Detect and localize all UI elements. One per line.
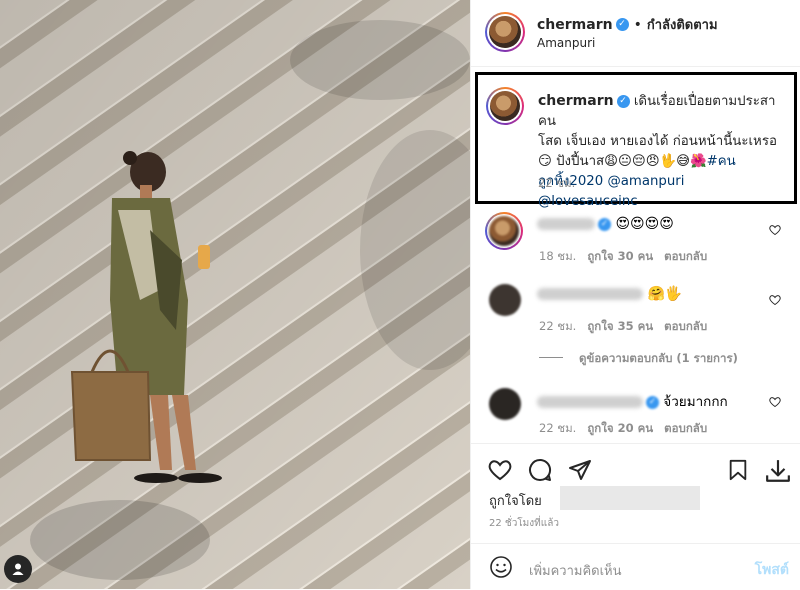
heart-icon[interactable] [487,458,513,482]
author-username[interactable]: chermarn [537,17,613,33]
post-time: 22 ชั่วโมงที่แล้ว [489,518,559,529]
comment-time: 22 ชม. [539,421,577,435]
commenter-avatar[interactable] [489,388,521,420]
stairs-photo [0,0,470,589]
author-avatar[interactable] [485,12,525,52]
add-comment-bar: เพิ่มความคิดเห็น โพสต์ [471,543,800,590]
verified-badge-icon: ✓ [598,217,611,231]
caption-line-3-text: ปังปี้นาส [556,154,605,169]
following-button[interactable]: กำลังติดตาม [647,18,718,33]
heart-icon[interactable] [769,396,781,408]
post-photo[interactable] [0,0,470,589]
reply-button[interactable]: ตอบกลับ [664,421,707,435]
liked-by-label: ถูกใจโดย [489,494,542,509]
comment-item: 🤗🖐 22 ชม. ถูกใจ 35 คน ตอบกลับ [471,280,800,340]
mention-lovesauceinc[interactable]: @lovesauceinc [538,194,638,209]
caption-time: 22 ชม. [538,176,576,190]
commenter-username[interactable] [537,218,595,230]
comment-likes[interactable]: ถูกใจ 30 คน [587,249,653,263]
comment-text: จ้วยมากกก [663,394,728,410]
comment-likes[interactable]: ถูกใจ 35 คน [587,319,653,333]
verified-badge-icon: ✓ [615,18,629,31]
heart-icon[interactable] [769,294,781,306]
caption-username[interactable]: chermarn [538,93,614,109]
commenter-avatar[interactable] [489,284,521,316]
comment-likes[interactable]: ถูกใจ 20 คน [587,421,653,435]
tagged-user-button[interactable] [4,555,32,583]
post-comment-button[interactable]: โพสต์ [755,559,789,581]
comment-text: 🤗🖐 [647,286,683,302]
hashtag-link[interactable]: #คน [707,154,736,169]
view-replies-button[interactable]: ดูข้อความตอบกลับ (1 รายการ) [579,350,738,368]
post-side-panel: chermarn ✓ • กำลังติดตาม Amanpuri chermarn ✓… [470,0,800,589]
commenter-username[interactable] [537,396,643,408]
download-icon[interactable] [765,458,791,484]
caption: chermarn ✓ เดินเรื่อยเปื่อยตามประสาคน โสด… [475,72,797,209]
mention-amanpuri[interactable]: @amanpuri [607,174,684,189]
share-icon[interactable] [567,458,593,482]
verified-badge-icon: ✓ [616,94,630,108]
comment-time: 22 ชม. [539,319,577,333]
post-header: chermarn ✓ • กำลังติดตาม Amanpuri [471,0,800,67]
commenter-username[interactable] [537,288,643,300]
caption-emojis: 😩😐😔😠🖖😅🌺 [604,154,707,169]
comment-input[interactable]: เพิ่มความคิดเห็น [529,560,622,581]
comment-text: 😍😍😍😍 [615,216,674,232]
commenter-avatar[interactable] [485,212,523,250]
emoji-icon[interactable] [489,555,513,579]
user-icon [12,563,24,575]
reply-button[interactable]: ตอบกลับ [664,249,707,263]
separator-dot: • [633,17,642,33]
verified-badge-icon: ✓ [646,395,659,409]
caption-emoji-start: 😏 [538,154,552,169]
comment-time: 18 ชม. [539,249,577,263]
comment-item: ✓ จ้วยมากกก 22 ชม. ถูกใจ 20 คน ตอบกลับ [471,384,800,444]
caption-avatar[interactable] [486,87,524,125]
comment-icon[interactable] [527,458,553,482]
caption-line-2: โสด เจ็บเอง หายเองได้ ก่อนหน้านี้นะเหรอ [538,134,777,149]
location-link[interactable]: Amanpuri [537,36,595,50]
comment-item: ✓ 😍😍😍😍 18 ชม. ถูกใจ 30 คน ตอบกลับ [471,210,800,270]
heart-icon[interactable] [769,224,781,236]
liked-by-redacted [560,486,700,510]
replies-divider [539,357,563,358]
bookmark-icon[interactable] [727,458,749,482]
reply-button[interactable]: ตอบกลับ [664,319,707,333]
